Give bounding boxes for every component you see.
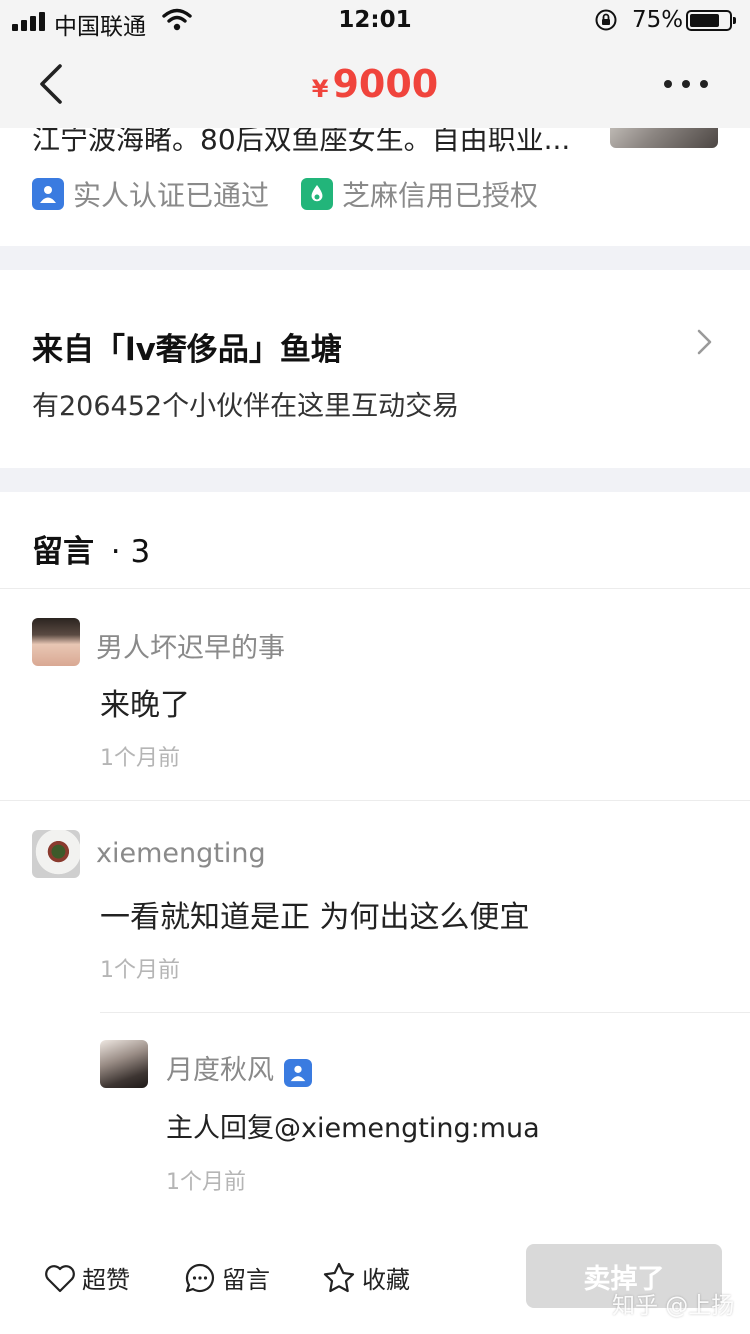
sesame-credit-icon <box>301 178 334 210</box>
pond-subtitle: 有206452个小伙伴在这里互动交易 <box>32 391 460 422</box>
comment-username[interactable]: 男人坏迟早的事 <box>96 626 285 665</box>
comment-label: 留言 <box>222 1266 270 1294</box>
real-name-badge: 实人认证已通过 <box>32 174 269 214</box>
top-bar: 中国联通 12:01 75% ¥ 9000 <box>0 0 750 128</box>
item-price: ¥9000 <box>0 62 750 106</box>
sesame-credit-badge: 芝麻信用已授权 <box>301 174 538 214</box>
fish-pond-entry[interactable]: 来自「lv奢侈品」鱼塘 有206452个小伙伴在这里互动交易 <box>0 270 750 468</box>
price-value: 9000 <box>332 62 439 106</box>
like-label: 超赞 <box>82 1266 130 1294</box>
comment-time: 1个月前 <box>166 1170 246 1195</box>
star-icon <box>323 1262 355 1292</box>
real-name-badge-label: 实人认证已通过 <box>73 179 270 212</box>
section-separator <box>0 246 750 270</box>
avatar[interactable] <box>32 830 80 878</box>
like-button[interactable]: 超赞 <box>44 1260 130 1295</box>
comment-text: 一看就知道是正 为何出这么便宜 <box>100 900 530 935</box>
speech-bubble-icon <box>185 1263 215 1292</box>
heart-icon <box>45 1264 75 1292</box>
comment-time: 1个月前 <box>100 746 180 771</box>
battery-icon <box>686 10 736 31</box>
favorite-button[interactable]: 收藏 <box>322 1260 410 1295</box>
comment-text: 主人回复@xiemengting:mua <box>166 1113 540 1144</box>
verified-seller-icon <box>284 1059 312 1087</box>
status-bar: 中国联通 12:01 75% <box>0 0 750 42</box>
comment-username[interactable]: xiemengting <box>96 838 266 869</box>
pond-title: 来自「lv奢侈品」鱼塘 <box>32 332 342 368</box>
section-separator <box>0 468 750 492</box>
orientation-lock-icon <box>594 8 618 38</box>
comments-header: 留言 · 3 <box>32 526 150 571</box>
seller-badges: 实人认证已通过 芝麻信用已授权 <box>32 176 538 212</box>
comment-time: 1个月前 <box>100 958 180 983</box>
comments-title: 留言 <box>32 534 94 570</box>
comment-username[interactable]: 月度秋风 <box>166 1055 274 1086</box>
comment-reply: 月度秋风 主人回复@xiemengting:mua 1个月前 <box>0 1012 750 1224</box>
battery-percent: 75% <box>632 7 684 33</box>
comment-button[interactable]: 留言 <box>184 1260 270 1295</box>
comment-text: 来晚了 <box>100 688 190 723</box>
favorite-label: 收藏 <box>362 1266 410 1294</box>
watermark: 知乎 @上扬 <box>612 1293 735 1319</box>
avatar[interactable] <box>100 1040 148 1088</box>
currency-symbol: ¥ <box>311 75 329 103</box>
chevron-right-icon <box>696 328 714 360</box>
comments-count: · 3 <box>110 534 151 570</box>
comment-item: xiemengting 一看就知道是正 为何出这么便宜 1个月前 <box>0 800 750 1012</box>
comment-item: 男人坏迟早的事 来晚了 1个月前 <box>0 588 750 800</box>
nav-bar: ¥9000 <box>0 42 750 128</box>
reply-username-row: 月度秋风 <box>166 1048 312 1087</box>
more-options-icon[interactable] <box>664 70 708 98</box>
avatar[interactable] <box>32 618 80 666</box>
person-verified-icon <box>32 178 64 210</box>
sesame-credit-badge-label: 芝麻信用已授权 <box>342 179 539 212</box>
